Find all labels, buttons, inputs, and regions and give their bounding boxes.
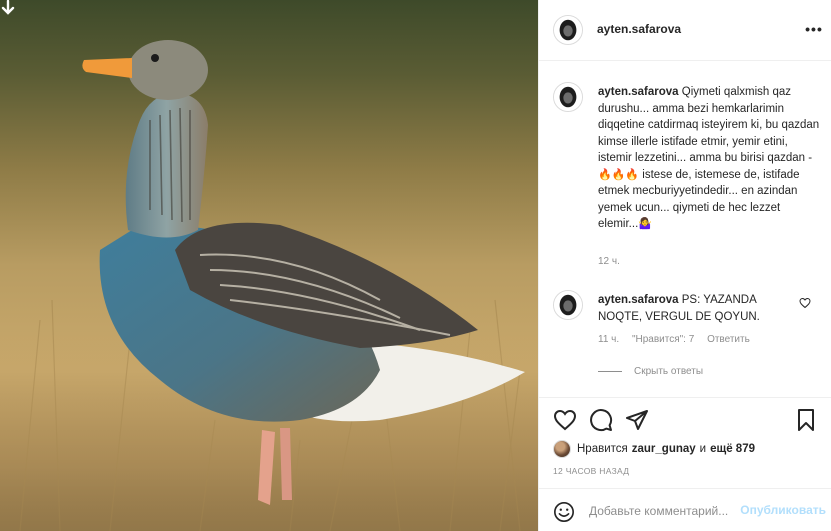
liker-username[interactable]: zaur_gunay xyxy=(632,443,696,455)
likes-conj: и xyxy=(699,443,707,455)
hide-replies-toggle[interactable]: Скрыть ответы xyxy=(598,366,703,377)
like-heart-icon[interactable] xyxy=(553,408,577,432)
post-actions-section: Нравится zaur_gunay и ещё 879 12 ЧАСОВ Н… xyxy=(539,397,831,531)
comment-likes[interactable]: "Нравится": 7 xyxy=(632,334,694,345)
comment-avatar[interactable] xyxy=(553,290,583,320)
liker-avatar[interactable] xyxy=(553,440,571,458)
post-side-panel: ayten.safarova ••• ayten.safarova Qiymet… xyxy=(538,0,831,531)
emoji-smile-icon[interactable] xyxy=(553,501,575,523)
shrug-emoji: 🤷‍♀️ xyxy=(638,218,652,230)
hide-replies-label: Скрыть ответы xyxy=(634,366,704,377)
author-avatar[interactable] xyxy=(553,15,583,45)
add-comment-input[interactable] xyxy=(589,500,739,522)
caption-text: ayten.safarova Qiymeti qalxmish qaz duru… xyxy=(598,84,820,233)
caption-time[interactable]: 12 ч. xyxy=(598,256,620,267)
download-arrow-icon[interactable] xyxy=(0,0,16,16)
comment-text: ayten.safarova PS: YAZANDA NOQTE, VERGUL… xyxy=(598,292,788,325)
post-timestamp[interactable]: 12 ЧАСОВ НАЗАД xyxy=(553,466,629,476)
likes-count[interactable]: ещё 879 xyxy=(710,443,755,455)
add-comment-bar: Опубликовать xyxy=(539,488,831,531)
publish-button[interactable]: Опубликовать xyxy=(740,503,826,517)
share-plane-icon[interactable] xyxy=(625,408,649,432)
bookmark-icon[interactable] xyxy=(794,408,818,432)
likes-summary: Нравится zaur_gunay и ещё 879 xyxy=(553,440,759,458)
likes-prefix: Нравится xyxy=(577,443,628,455)
comment-meta: 11 ч. "Нравится": 7 Ответить xyxy=(598,334,760,345)
comment-like-heart-icon[interactable] xyxy=(799,297,811,309)
post-photo[interactable] xyxy=(0,0,538,531)
comment-bubble-icon[interactable] xyxy=(589,408,613,432)
instagram-post: ayten.safarova ••• ayten.safarova Qiymet… xyxy=(0,0,831,531)
post-header: ayten.safarova ••• xyxy=(539,0,831,61)
comment-time[interactable]: 11 ч. xyxy=(598,334,619,345)
replies-divider xyxy=(598,371,622,372)
caption-avatar[interactable] xyxy=(553,82,583,112)
more-options-icon[interactable]: ••• xyxy=(804,19,824,39)
caption-username[interactable]: ayten.safarova xyxy=(598,86,679,98)
fire-emoji: 🔥🔥🔥 xyxy=(598,168,640,181)
comment-username[interactable]: ayten.safarova xyxy=(598,294,679,306)
reply-button[interactable]: Ответить xyxy=(707,334,750,345)
goose-illustration xyxy=(0,40,538,531)
author-username[interactable]: ayten.safarova xyxy=(597,22,681,36)
